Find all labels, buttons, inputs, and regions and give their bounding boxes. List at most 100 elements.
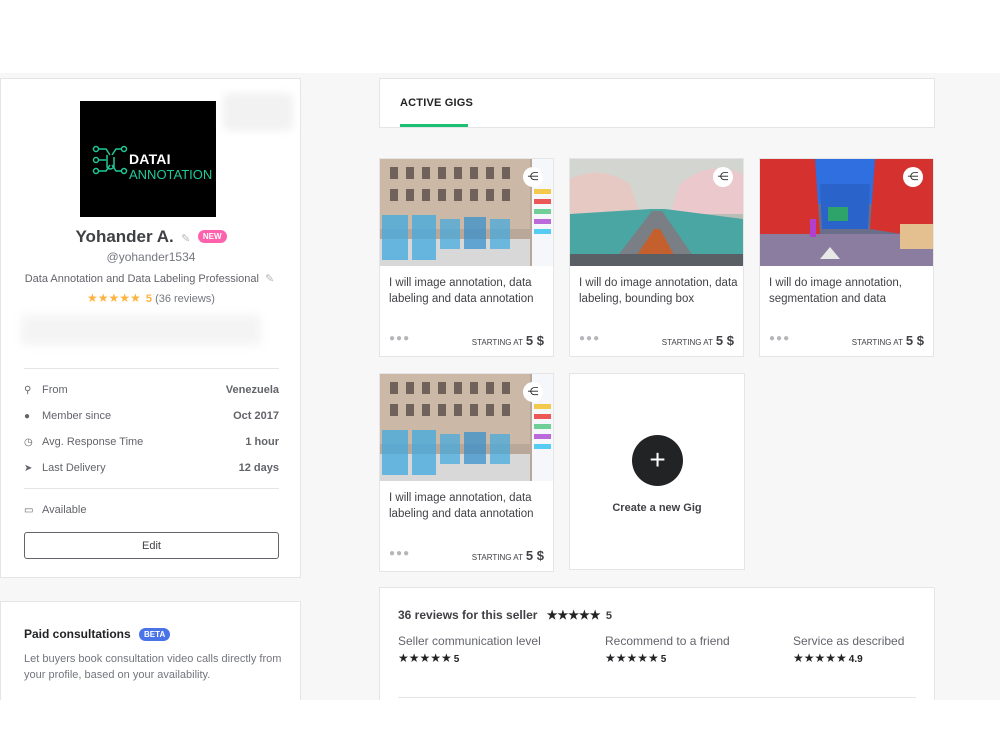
blurred-region — [21, 315, 261, 345]
seller-tagline: Data Annotation and Data Labeling Profes… — [1, 272, 301, 285]
edit-tagline-pencil-icon[interactable]: ✎ — [265, 273, 274, 285]
more-options-icon[interactable]: ●●● — [389, 548, 410, 559]
profile-card: DATAI ANNOTATION Yohander A. ✎ NEW @yoha… — [0, 78, 301, 578]
gig-title[interactable]: I will image annotation, data labeling a… — [389, 275, 549, 307]
gig-thumbnail[interactable]: ⋲ — [380, 374, 553, 481]
criterion-label: Seller communication level — [398, 634, 541, 648]
profile-page: DATAI ANNOTATION Yohander A. ✎ NEW @yoha… — [0, 73, 1000, 700]
send-icon: ➤ — [24, 463, 33, 474]
reviews-summary-card: 36 reviews for this seller ★★★★★ 5 Selle… — [379, 587, 935, 700]
calendar-icon: ▭ — [24, 505, 34, 516]
location-pin-icon: ⚲ — [24, 385, 32, 396]
info-value: Oct 2017 — [233, 410, 279, 422]
price-value: 5 $ — [905, 333, 924, 348]
consultations-description: Let buyers book consultation video calls… — [24, 653, 282, 681]
beta-badge: BETA — [139, 628, 171, 641]
create-gig-card[interactable]: + Create a new Gig — [569, 373, 745, 570]
criterion-score: 5 — [453, 654, 460, 665]
star-rating-icon: ★★★★★ — [398, 651, 452, 665]
clock-icon: ◷ — [24, 437, 33, 448]
gigs-tab-bar: ACTIVE GIGS — [379, 78, 935, 128]
gig-card[interactable]: ⋲ I will image annotation, data labeling… — [379, 373, 554, 572]
gig-price: STARTING AT 5 $ — [662, 333, 734, 348]
more-options-icon[interactable]: ●●● — [579, 333, 600, 344]
circuit-hand-icon — [92, 145, 128, 175]
gig-price: STARTING AT 5 $ — [472, 333, 544, 348]
seller-handle: @yohander1534 — [106, 250, 196, 264]
more-options-icon[interactable]: ●●● — [389, 333, 410, 344]
reviews-title-text: 36 reviews for this seller — [398, 608, 538, 622]
review-criterion: Recommend to a friend ★★★★★ 5 — [605, 634, 730, 665]
blurred-region — [223, 93, 293, 131]
plus-icon[interactable]: + — [632, 435, 683, 486]
reviews-title: 36 reviews for this seller ★★★★★ 5 — [398, 608, 612, 622]
gig-title[interactable]: I will do image annotation, segmentation… — [769, 275, 929, 307]
criterion-label: Recommend to a friend — [605, 634, 730, 648]
availability-label: Available — [42, 504, 87, 516]
logo-text-primary: DATAI — [129, 151, 171, 167]
divider — [24, 488, 279, 489]
share-icon[interactable]: ⋲ — [903, 167, 923, 187]
consultations-title: Paid consultations BETA — [24, 627, 171, 641]
share-icon[interactable]: ⋲ — [523, 382, 543, 402]
review-criterion: Service as described ★★★★★ 4.9 — [793, 634, 904, 665]
info-label: Member since — [42, 410, 112, 422]
criterion-score: 4.9 — [848, 654, 863, 665]
gig-price: STARTING AT 5 $ — [852, 333, 924, 348]
rating-value: 5 — [145, 293, 152, 305]
info-value: 12 days — [238, 462, 279, 474]
share-icon[interactable]: ⋲ — [523, 167, 543, 187]
star-rating-icon: ★★★★★ — [605, 651, 659, 665]
more-options-icon[interactable]: ●●● — [769, 333, 790, 344]
info-row-response-time: ◷ Avg. Response Time 1 hour — [24, 436, 279, 448]
rating-summary[interactable]: ★★★★★ 5 (36 reviews) — [1, 291, 301, 305]
gig-thumbnail[interactable]: ⋲ — [760, 159, 933, 266]
gig-title[interactable]: I will image annotation, data labeling a… — [389, 490, 549, 522]
paid-consultations-card: Paid consultations BETA Let buyers book … — [0, 601, 301, 700]
gig-thumbnail[interactable]: ⋲ — [570, 159, 743, 266]
availability-row[interactable]: ▭ Available — [24, 504, 279, 516]
starting-at-label: STARTING AT — [471, 553, 523, 562]
info-label: Avg. Response Time — [42, 436, 144, 448]
gig-title[interactable]: I will do image annotation, data labelin… — [579, 275, 739, 307]
name-row: Yohander A. ✎ NEW — [1, 227, 301, 247]
criterion-score: 5 — [660, 654, 667, 665]
info-label: Last Delivery — [42, 462, 106, 474]
create-gig-label[interactable]: Create a new Gig — [570, 502, 744, 514]
gig-price: STARTING AT 5 $ — [472, 548, 544, 563]
info-row-member-since: ● Member since Oct 2017 — [24, 410, 279, 422]
starting-at-label: STARTING AT — [851, 338, 903, 347]
overall-score: 5 — [605, 610, 613, 622]
share-icon[interactable]: ⋲ — [713, 167, 733, 187]
tab-active-gigs[interactable]: ACTIVE GIGS — [400, 97, 473, 109]
star-rating-icon: ★★★★★ — [793, 651, 847, 665]
edit-button[interactable]: Edit — [24, 532, 279, 559]
gig-card[interactable]: ⋲ I will do image annotation, segmentati… — [759, 158, 934, 357]
rating-stars-icon: ★★★★★ — [87, 291, 141, 305]
seller-name: Yohander A. — [75, 227, 174, 246]
active-tab-indicator — [400, 124, 468, 127]
reviews-count: (36 reviews) — [155, 293, 215, 305]
gig-card[interactable]: ⋲ I will image annotation, data labeling… — [379, 158, 554, 357]
edit-pencil-icon[interactable]: ✎ — [181, 233, 190, 245]
info-row-from: ⚲ From Venezuela — [24, 384, 279, 396]
price-value: 5 $ — [715, 333, 734, 348]
new-seller-badge: NEW — [197, 230, 227, 243]
star-rating-icon: ★★★★★ — [546, 608, 601, 622]
starting-at-label: STARTING AT — [661, 338, 713, 347]
consultations-title-text: Paid consultations — [24, 627, 131, 641]
info-value: 1 hour — [245, 436, 279, 448]
price-value: 5 $ — [525, 548, 544, 563]
info-row-last-delivery: ➤ Last Delivery 12 days — [24, 462, 279, 474]
review-criterion: Seller communication level ★★★★★ 5 — [398, 634, 541, 665]
profile-avatar-logo[interactable]: DATAI ANNOTATION — [80, 101, 216, 217]
gig-card[interactable]: ⋲ I will do image annotation, data label… — [569, 158, 744, 357]
price-value: 5 $ — [525, 333, 544, 348]
criterion-label: Service as described — [793, 634, 905, 648]
gig-thumbnail[interactable]: ⋲ — [380, 159, 553, 266]
logo-text-secondary: ANNOTATION — [129, 167, 213, 182]
tagline-text: Data Annotation and Data Labeling Profes… — [24, 273, 259, 285]
info-value: Venezuela — [225, 384, 279, 396]
info-label: From — [42, 384, 68, 396]
user-icon: ● — [24, 411, 31, 422]
